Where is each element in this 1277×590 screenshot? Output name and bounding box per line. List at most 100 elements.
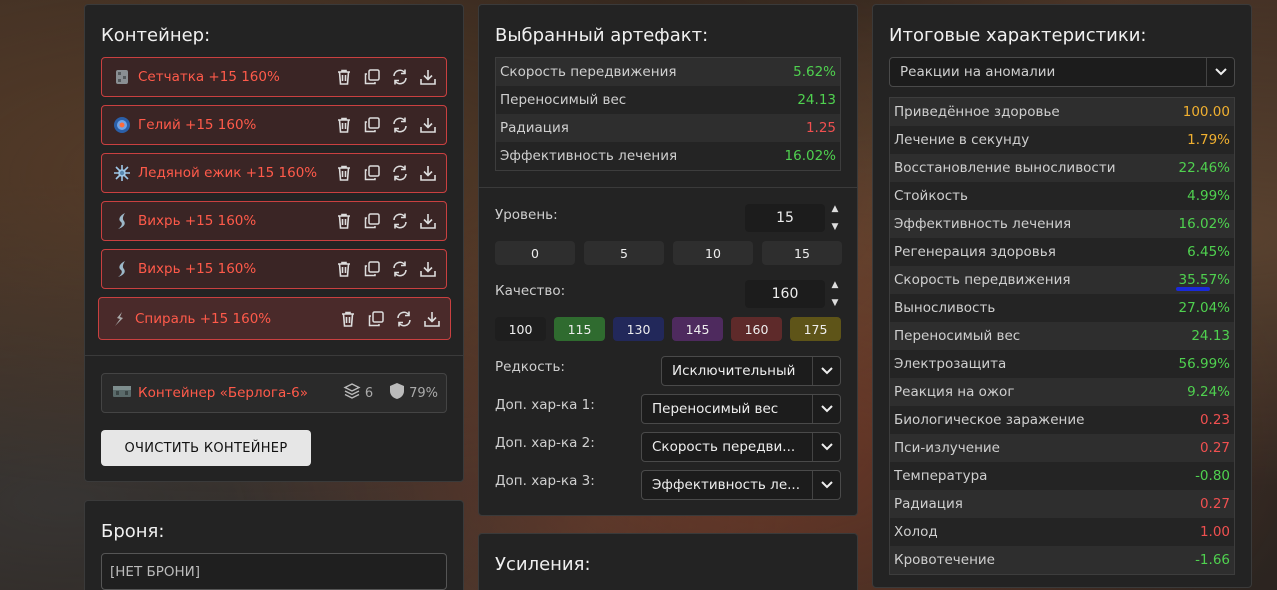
- stat-value: 56.99%: [1178, 356, 1230, 372]
- armor-title: Броня:: [101, 521, 165, 542]
- stat-name: Эффективность лечения: [500, 148, 678, 164]
- chevron-up-icon[interactable]: ▲: [832, 280, 839, 290]
- download-icon[interactable]: [422, 309, 442, 329]
- refresh-icon[interactable]: [390, 259, 410, 279]
- geliy-artifact-icon: [112, 115, 132, 135]
- stat-name: Эффективность лечения: [894, 216, 1072, 232]
- copy-icon[interactable]: [362, 163, 382, 183]
- chevron-down-icon: [812, 471, 840, 499]
- armor-field[interactable]: [НЕТ БРОНИ]: [101, 553, 447, 590]
- stat-row: Стойкость 4.99%: [890, 182, 1234, 210]
- stat-value: 24.13: [797, 92, 836, 108]
- stat-value: 4.99%: [1187, 188, 1230, 204]
- stat-name: Биологическое заражение: [894, 412, 1085, 428]
- stat-name: Стойкость: [894, 188, 968, 204]
- stat-value: 22.46%: [1178, 160, 1230, 176]
- copy-icon[interactable]: [362, 67, 382, 87]
- stat-name: Реакция на ожог: [894, 384, 1015, 400]
- trash-icon[interactable]: [334, 211, 354, 231]
- trash-icon[interactable]: [334, 163, 354, 183]
- trash-icon[interactable]: [334, 115, 354, 135]
- stat-row: Радиация 0.27: [890, 490, 1234, 518]
- copy-icon[interactable]: [362, 115, 382, 135]
- clear-container-button[interactable]: ОЧИСТИТЬ КОНТЕЙНЕР: [101, 430, 311, 466]
- container-selector[interactable]: Контейнер «Берлога-6» 6 79%: [101, 373, 447, 413]
- stat-value: -0.80: [1195, 468, 1230, 484]
- download-icon[interactable]: [418, 115, 438, 135]
- setchatka-artifact-icon: [112, 67, 132, 87]
- artifact-slot[interactable]: Спираль +15 160%: [98, 297, 451, 340]
- artifact-slot[interactable]: Сетчатка +15 160%: [101, 57, 447, 97]
- extra3-label: Доп. хар-ка 3:: [495, 473, 595, 489]
- stat-value: 100.00: [1182, 104, 1230, 120]
- stat-value: 1.25: [805, 120, 836, 136]
- artifact-slot[interactable]: Вихрь +15 160%: [101, 249, 447, 289]
- refresh-icon[interactable]: [390, 67, 410, 87]
- refresh-icon[interactable]: [390, 115, 410, 135]
- level-preset-button[interactable]: 15: [762, 241, 842, 265]
- stat-value: 5.62%: [793, 64, 836, 80]
- chevron-down-icon[interactable]: ▼: [832, 298, 839, 308]
- stat-name: Скорость передвижения: [894, 272, 1071, 288]
- stat-name: Радиация: [894, 496, 963, 512]
- download-icon[interactable]: [418, 163, 438, 183]
- selected-artifact-title: Выбранный артефакт:: [495, 25, 709, 46]
- shield-icon: [389, 382, 405, 404]
- summary-panel: Итоговые характеристики: Реакции на аном…: [872, 4, 1252, 588]
- level-preset-button[interactable]: 10: [673, 241, 753, 265]
- extra1-select[interactable]: Переносимый вес: [641, 394, 841, 424]
- download-icon[interactable]: [418, 67, 438, 87]
- copy-icon[interactable]: [362, 259, 382, 279]
- download-icon[interactable]: [418, 259, 438, 279]
- extra2-label: Доп. хар-ка 2:: [495, 435, 595, 451]
- summary-filter-select[interactable]: Реакции на аномалии: [889, 57, 1235, 87]
- copy-icon[interactable]: [366, 309, 386, 329]
- container-name: Контейнер «Берлога-6»: [138, 385, 308, 401]
- trash-icon[interactable]: [334, 259, 354, 279]
- artifact-slot[interactable]: Вихрь +15 160%: [101, 201, 447, 241]
- vortex-artifact-icon: [112, 259, 132, 279]
- stat-name: Кровотечение: [894, 552, 995, 568]
- trash-icon[interactable]: [338, 309, 358, 329]
- artifact-slot[interactable]: Гелий +15 160%: [101, 105, 447, 145]
- quality-input[interactable]: 160: [745, 280, 825, 308]
- container-slots-count: 6: [364, 385, 374, 401]
- ice-hedgehog-artifact-icon: [112, 163, 132, 183]
- quality-label: Качество:: [495, 283, 566, 299]
- spiral-artifact-icon: [109, 309, 129, 329]
- refresh-icon[interactable]: [390, 163, 410, 183]
- rarity-select[interactable]: Исключительный: [661, 356, 841, 386]
- armor-panel: Броня: [НЕТ БРОНИ]: [84, 500, 464, 590]
- quality-stepper[interactable]: ▲ ▼: [829, 280, 841, 308]
- level-input[interactable]: 15: [745, 204, 825, 232]
- chevron-down-icon[interactable]: ▼: [832, 222, 839, 232]
- stat-name: Приведённое здоровье: [894, 104, 1060, 120]
- layers-icon: [343, 382, 361, 404]
- stat-row: Реакция на ожог 9.24%: [890, 378, 1234, 406]
- level-preset-button[interactable]: 0: [495, 241, 575, 265]
- annotation-underline: [1176, 287, 1210, 291]
- stat-name: Пси-излучение: [894, 440, 1000, 456]
- stat-value: 0.27: [1199, 440, 1230, 456]
- quality-preset-button[interactable]: 100: [495, 317, 546, 341]
- refresh-icon[interactable]: [390, 211, 410, 231]
- level-label: Уровень:: [495, 207, 558, 223]
- stat-value: 24.13: [1191, 328, 1230, 344]
- trash-icon[interactable]: [334, 67, 354, 87]
- quality-preset-button[interactable]: 145: [672, 317, 723, 341]
- copy-icon[interactable]: [362, 211, 382, 231]
- level-preset-button[interactable]: 5: [584, 241, 664, 265]
- extra2-value: Скорость передви...: [652, 439, 796, 455]
- refresh-icon[interactable]: [394, 309, 414, 329]
- quality-preset-button[interactable]: 175: [790, 317, 841, 341]
- extra2-select[interactable]: Скорость передви...: [641, 432, 841, 462]
- extra3-select[interactable]: Эффективность ле...: [641, 470, 841, 500]
- quality-preset-button[interactable]: 115: [554, 317, 605, 341]
- chevron-up-icon[interactable]: ▲: [832, 204, 839, 214]
- quality-preset-button[interactable]: 130: [613, 317, 664, 341]
- level-stepper[interactable]: ▲ ▼: [829, 204, 841, 232]
- artifact-slot[interactable]: Ледяной ежик +15 160%: [101, 153, 447, 193]
- quality-preset-button[interactable]: 160: [731, 317, 782, 341]
- download-icon[interactable]: [418, 211, 438, 231]
- stat-name: Лечение в секунду: [894, 132, 1030, 148]
